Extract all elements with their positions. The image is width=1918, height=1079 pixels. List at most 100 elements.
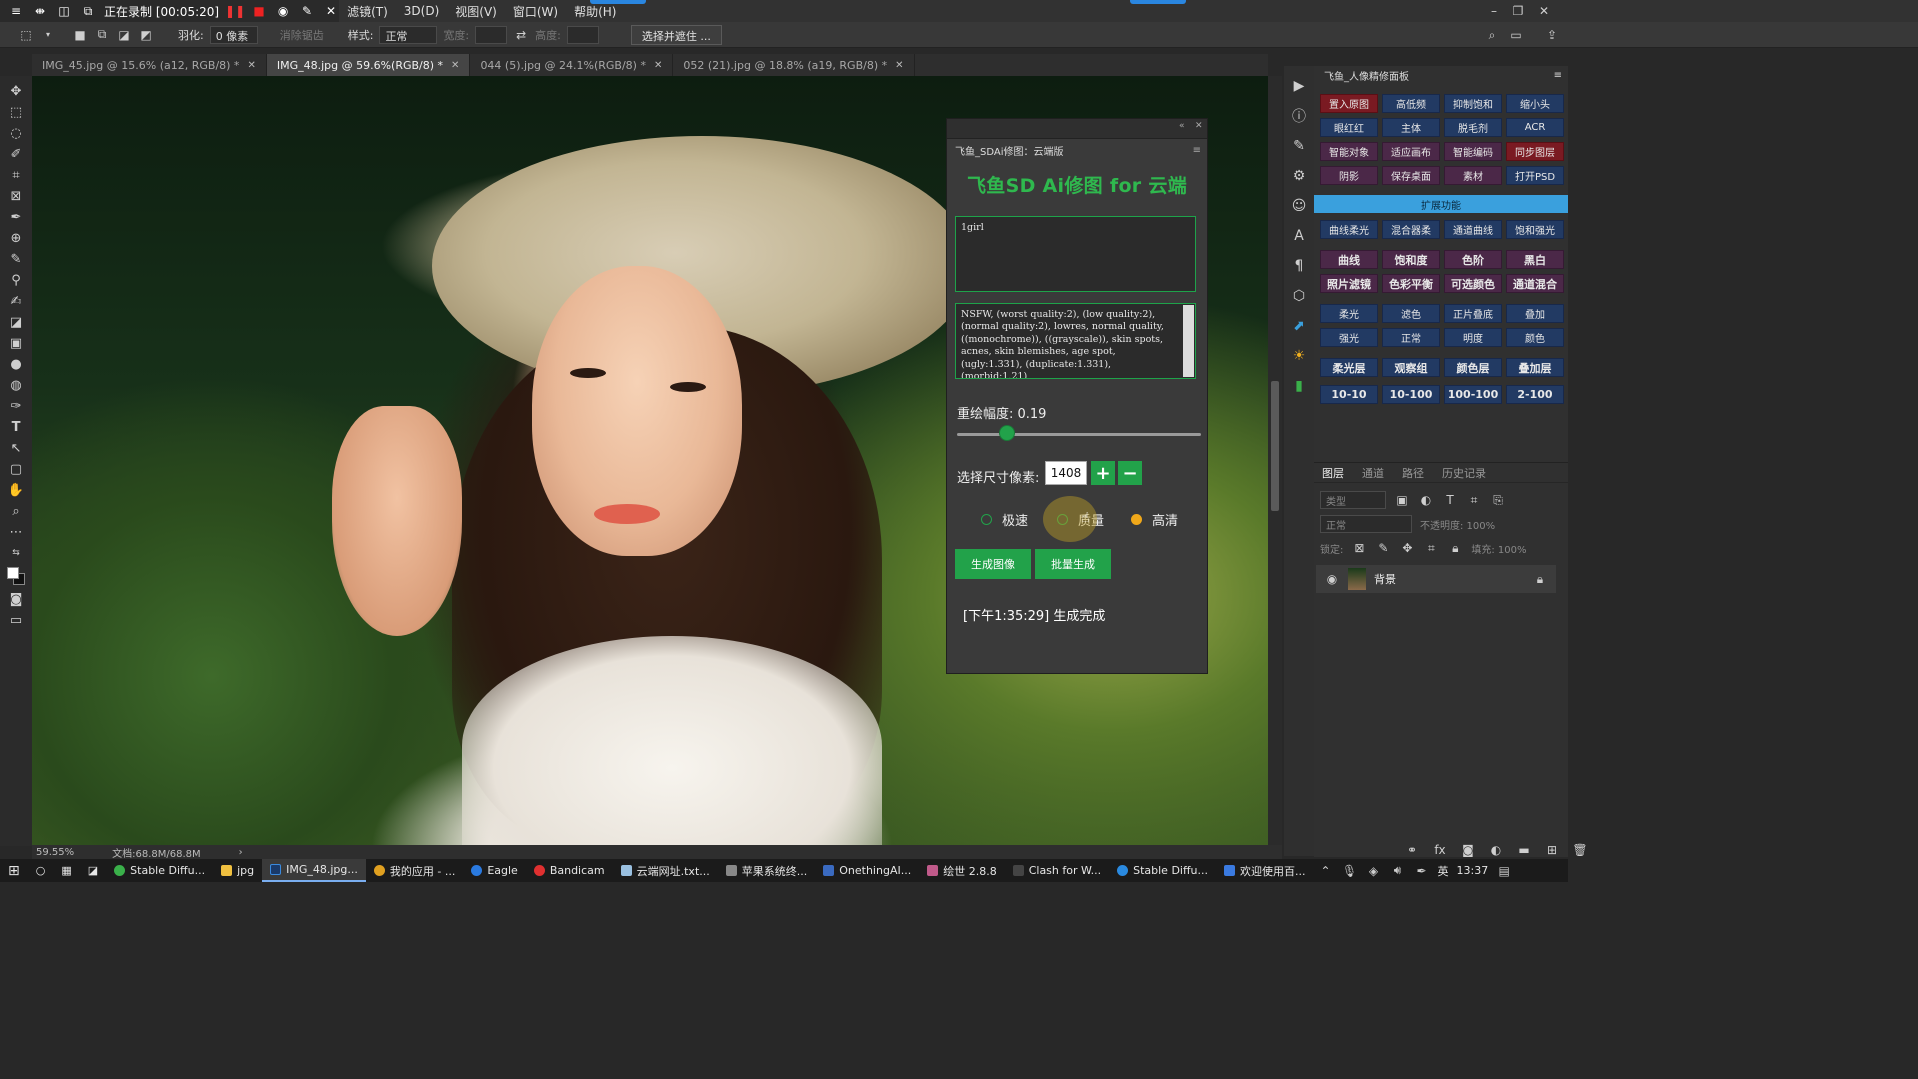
width-input[interactable] xyxy=(475,25,508,44)
mic-icon[interactable]: 🎙︎ xyxy=(1342,863,1358,879)
eyedropper-tool-icon[interactable]: ✒ xyxy=(5,208,27,226)
softlight-button[interactable]: 柔光 xyxy=(1320,304,1378,323)
chevron-right-icon[interactable]: › xyxy=(239,847,243,858)
quick-mask-icon[interactable]: ◙ xyxy=(5,590,27,608)
taskbar-item[interactable]: OnethingAI... xyxy=(815,859,919,882)
tab-044[interactable]: 044 (5).jpg @ 24.1%(RGB/8) * ✕ xyxy=(470,54,674,76)
folder-icon[interactable]: ▬ xyxy=(1516,842,1532,858)
radio-quality[interactable]: 质量 ☝ xyxy=(1043,496,1104,542)
normal-button[interactable]: 正常 xyxy=(1382,328,1440,347)
mask-icon[interactable]: ◙ xyxy=(1460,842,1476,858)
taskbar-item[interactable]: 我的应用 - ... xyxy=(366,859,463,882)
antialias-checkbox[interactable]: 消除锯齿 xyxy=(280,27,324,43)
stamp-tool-icon[interactable]: ⚲ xyxy=(5,271,27,289)
crop-tool-icon[interactable]: ⌗ xyxy=(5,166,27,184)
stop-icon[interactable]: ■ xyxy=(251,3,267,19)
close-icon[interactable]: ✕ xyxy=(247,60,255,71)
pause-icon[interactable]: ❚❚ xyxy=(225,3,245,19)
lock-all-icon[interactable]: 🔒︎ xyxy=(1447,540,1463,556)
curve-softlight-button[interactable]: 曲线柔光 xyxy=(1320,220,1378,239)
sync-layers-button[interactable]: 同步图层 xyxy=(1506,142,1564,161)
collapse-icon[interactable]: « xyxy=(1179,121,1185,131)
eraser-tool-icon[interactable]: ◪ xyxy=(5,313,27,331)
dodge-tool-icon[interactable]: ◍ xyxy=(5,376,27,394)
redraw-slider-knob[interactable] xyxy=(999,425,1015,441)
marquee-icon[interactable]: ⬚ xyxy=(18,27,34,43)
intersect-selection-icon[interactable]: ◩ xyxy=(138,27,154,43)
pen-icon[interactable]: ✒ xyxy=(1414,863,1430,879)
curves-button[interactable]: 曲线 xyxy=(1320,250,1378,269)
prompt-textarea[interactable]: 1girl xyxy=(955,216,1196,292)
app-icon[interactable]: ◪ xyxy=(80,859,106,882)
plugin-icon[interactable]: ⬈ xyxy=(1289,316,1309,336)
overlay-button[interactable]: 叠加 xyxy=(1506,304,1564,323)
shape-tool-icon[interactable]: ▢ xyxy=(5,460,27,478)
menu-filter[interactable]: 滤镜(T) xyxy=(339,3,396,20)
hand-tool-icon[interactable]: ✋ xyxy=(5,481,27,499)
taskbar-item[interactable]: IMG_48.jpg... xyxy=(262,859,366,882)
color-layer-button[interactable]: 颜色层 xyxy=(1444,358,1502,377)
screen-button[interactable]: 滤色 xyxy=(1382,304,1440,323)
tab-channels[interactable]: 通道 xyxy=(1362,465,1384,481)
saturation-button[interactable]: 饱和度 xyxy=(1382,250,1440,269)
multiply-button[interactable]: 正片叠底 xyxy=(1444,304,1502,323)
tab-history[interactable]: 历史记录 xyxy=(1442,465,1486,481)
shrink-head-button[interactable]: 缩小头 xyxy=(1506,94,1564,113)
canvas-scrollbar[interactable] xyxy=(1268,76,1282,845)
black-white-button[interactable]: 黑白 xyxy=(1506,250,1564,269)
menu-window[interactable]: 窗口(W) xyxy=(505,3,566,20)
tab-layers[interactable]: 图层 xyxy=(1322,465,1344,481)
fit-canvas-button[interactable]: 适应画布 xyxy=(1382,142,1440,161)
smart-object-button[interactable]: 智能对象 xyxy=(1320,142,1378,161)
play-icon[interactable]: ▶ xyxy=(1289,76,1309,96)
overlay-layer-button[interactable]: 叠加层 xyxy=(1506,358,1564,377)
negative-prompt-textarea[interactable]: NSFW, (worst quality:2), (low quality:2)… xyxy=(955,303,1196,379)
menu-icon[interactable]: ≡ xyxy=(8,3,24,19)
type-tool-icon[interactable]: T xyxy=(5,418,27,436)
marquee-tool-icon[interactable]: ⬚ xyxy=(5,103,27,121)
move-tool-icon[interactable]: ✥ xyxy=(5,82,27,100)
lock-position-icon[interactable]: ✥ xyxy=(1399,540,1415,556)
hair-removal-button[interactable]: 脱毛剂 xyxy=(1444,118,1502,137)
photo-filter-button[interactable]: 照片滤镜 xyxy=(1320,274,1378,293)
color-button[interactable]: 颜色 xyxy=(1506,328,1564,347)
red-eye-button[interactable]: 眼红红 xyxy=(1320,118,1378,137)
size-input[interactable]: 1408 xyxy=(1045,461,1087,485)
blur-tool-icon[interactable]: ● xyxy=(5,355,27,373)
ime-indicator[interactable]: 英 xyxy=(1438,863,1449,879)
redraw-slider-track[interactable] xyxy=(957,433,1201,436)
taskbar-item[interactable]: 绘世 2.8.8 xyxy=(919,859,1005,882)
adjustment-icon[interactable]: ◐ xyxy=(1488,842,1504,858)
camera-icon[interactable]: ◉ xyxy=(275,3,291,19)
calculator-icon[interactable]: ▦ xyxy=(53,859,79,882)
swap-icon[interactable]: ⇄ xyxy=(513,27,529,43)
scroll-thumb[interactable] xyxy=(1271,381,1279,511)
gradient-tool-icon[interactable]: ▣ xyxy=(5,334,27,352)
place-original-button[interactable]: 置入原图 xyxy=(1320,94,1378,113)
pen-tool-icon[interactable]: ✑ xyxy=(5,397,27,415)
layer-background[interactable]: ◉ 背景 🔒︎ xyxy=(1316,565,1556,593)
levels-button[interactable]: 色阶 xyxy=(1444,250,1502,269)
taskbar-item[interactable]: Stable Diffu... xyxy=(106,859,213,882)
type-filter-icon[interactable]: T xyxy=(1442,492,1458,508)
healing-tool-icon[interactable]: ⊕ xyxy=(5,229,27,247)
add-selection-icon[interactable]: ⧉ xyxy=(94,27,110,43)
close-icon[interactable]: ✕ xyxy=(1195,121,1203,131)
style-select[interactable]: 正常 xyxy=(379,25,438,44)
textarea-scrollbar[interactable] xyxy=(1183,305,1194,377)
size-plus-button[interactable]: + xyxy=(1091,461,1115,485)
taskbar-item[interactable]: Stable Diffu... xyxy=(1109,859,1216,882)
image-filter-icon[interactable]: ▣ xyxy=(1394,492,1410,508)
link-icon[interactable]: ⚭ xyxy=(1404,842,1420,858)
people-icon[interactable]: ☺ xyxy=(1289,196,1309,216)
screen-mode-icon[interactable]: ▭ xyxy=(5,611,27,629)
chart-icon[interactable]: ▮ xyxy=(1289,376,1309,396)
saturation-hardlight-button[interactable]: 饱和强光 xyxy=(1506,220,1564,239)
color-swatches[interactable] xyxy=(5,565,27,587)
zoom-level[interactable]: 59.55% xyxy=(36,847,74,858)
quick-select-tool-icon[interactable]: ✐ xyxy=(5,145,27,163)
restore-icon[interactable]: ❐ xyxy=(1510,3,1526,19)
close-icon[interactable]: ✕ xyxy=(654,60,662,71)
frequency-separation-button[interactable]: 高低频 xyxy=(1382,94,1440,113)
smart-filter-icon[interactable]: ⎘ xyxy=(1490,492,1506,508)
